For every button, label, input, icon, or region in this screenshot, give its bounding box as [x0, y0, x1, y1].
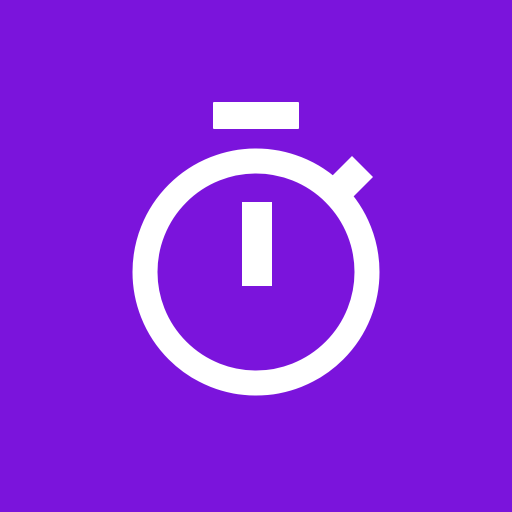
stopwatch-hand	[242, 202, 272, 286]
stopwatch-icon	[0, 0, 512, 512]
app-icon-tile	[0, 0, 512, 512]
stopwatch-top-button	[213, 102, 299, 129]
